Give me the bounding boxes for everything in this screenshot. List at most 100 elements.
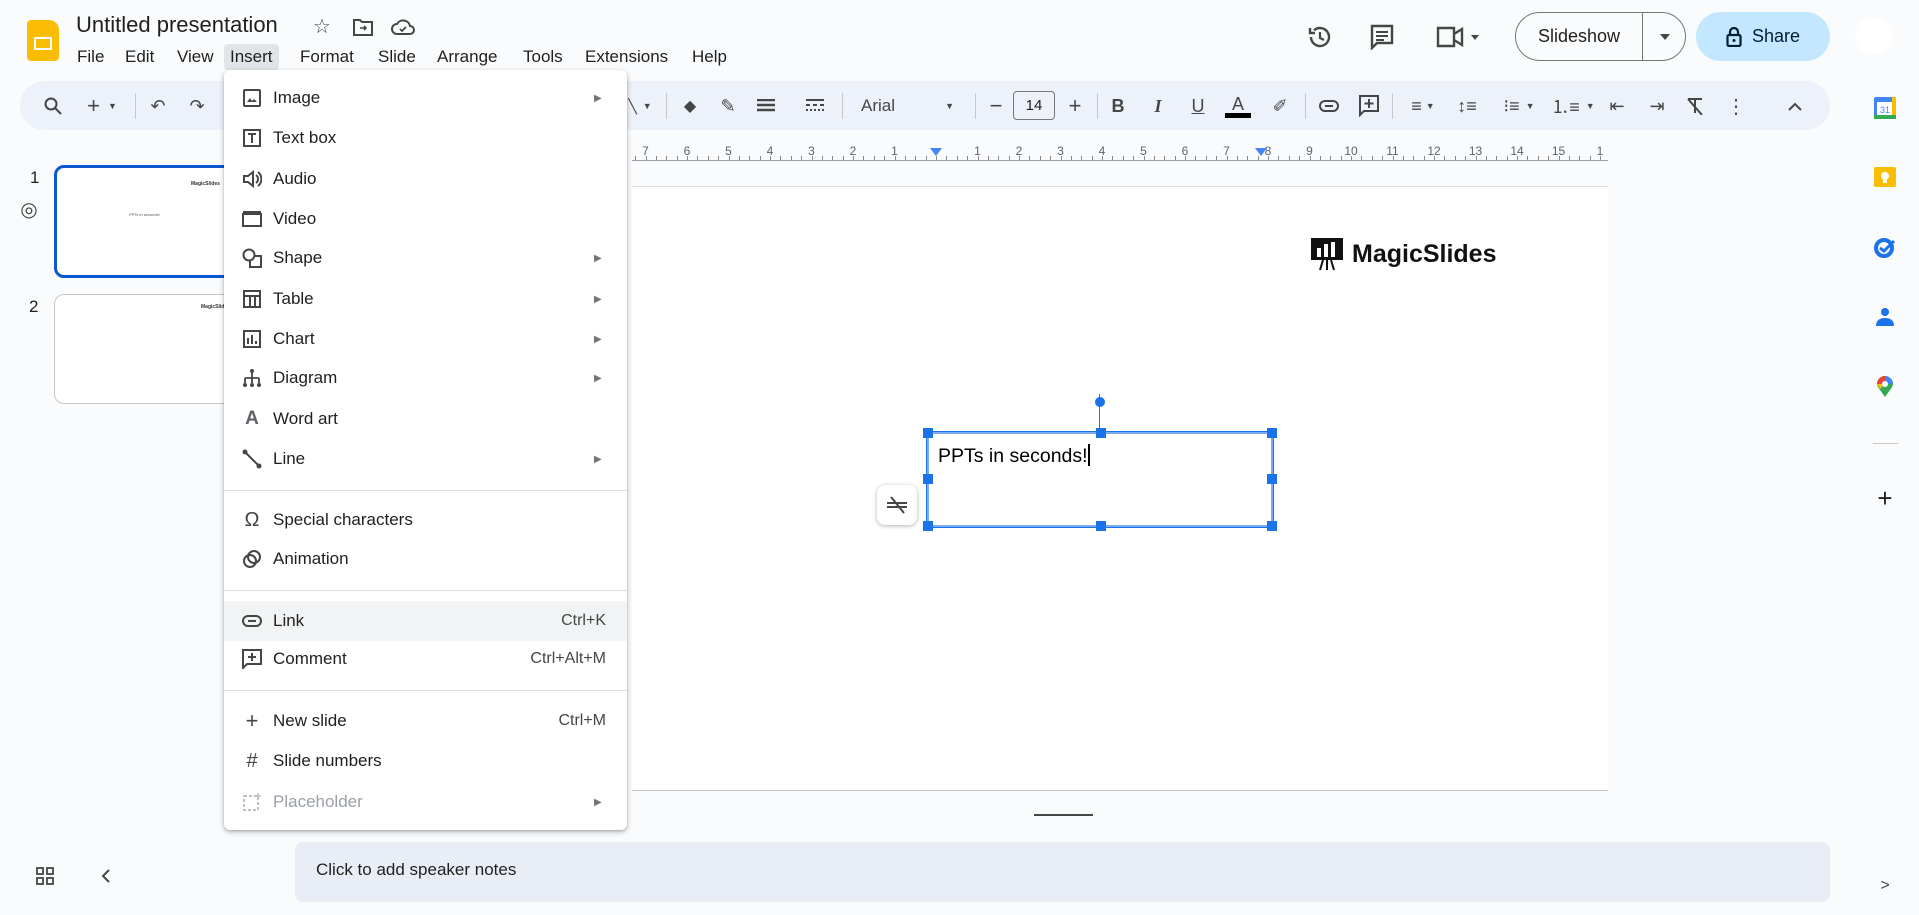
text-fit-button[interactable] — [877, 485, 917, 525]
new-slide-button[interactable]: + ▼ — [82, 92, 122, 120]
numbered-list-icon[interactable]: ⒈≡ ▼ — [1551, 92, 1595, 120]
resize-handle-sw[interactable] — [923, 521, 933, 531]
decrease-font-size-icon[interactable]: − — [985, 92, 1007, 120]
menu-format[interactable]: Format — [294, 44, 360, 70]
tasks-icon[interactable] — [1873, 235, 1897, 259]
ruler-tick — [1517, 156, 1518, 160]
menu-item-animation[interactable]: Animation — [224, 539, 627, 579]
menu-item-shape[interactable]: Shape ▶ — [224, 238, 627, 278]
account-avatar[interactable] — [1855, 17, 1893, 55]
menu-help[interactable]: Help — [686, 44, 733, 70]
text-color-icon[interactable]: A — [1224, 92, 1252, 120]
line-spacing-icon[interactable]: ↕≡ — [1455, 92, 1479, 120]
align-icon[interactable]: ≡ ▼ — [1403, 92, 1443, 120]
bold-icon[interactable]: B — [1107, 92, 1129, 120]
meet-icon[interactable] — [1434, 24, 1484, 50]
menu-item-line[interactable]: Line ▶ — [224, 439, 627, 479]
insert-link-icon[interactable] — [1317, 92, 1341, 120]
resize-handle-e[interactable] — [1267, 474, 1277, 484]
menu-item-diagram[interactable]: Diagram ▶ — [224, 358, 627, 398]
font-family-select[interactable]: Arial ▼ — [855, 92, 960, 120]
grid-view-icon[interactable] — [33, 864, 57, 888]
ruler-tick — [1309, 156, 1311, 160]
underline-icon[interactable]: U — [1187, 92, 1209, 120]
menu-edit[interactable]: Edit — [119, 44, 160, 70]
menu-view[interactable]: View — [171, 44, 220, 70]
italic-icon[interactable]: I — [1147, 92, 1169, 120]
notes-resize-handle[interactable] — [1034, 814, 1093, 816]
collapse-toolbar-icon[interactable] — [1783, 92, 1807, 120]
share-button[interactable]: Share — [1696, 12, 1830, 61]
add-comment-icon[interactable] — [1357, 92, 1381, 120]
menu-item-new-slide[interactable]: + New slide Ctrl+M — [224, 701, 627, 741]
highlight-color-icon[interactable]: ✐ — [1268, 92, 1292, 120]
resize-handle-n[interactable] — [1096, 428, 1106, 438]
font-size-input[interactable]: 14 — [1013, 91, 1055, 120]
decrease-indent-icon[interactable]: ⇤ — [1605, 92, 1629, 120]
slideshow-options-dropdown[interactable] — [1643, 13, 1686, 60]
rotate-handle[interactable] — [1095, 397, 1105, 407]
menu-item-comment[interactable]: Comment Ctrl+Alt+M — [224, 639, 627, 679]
clear-formatting-icon[interactable] — [1683, 92, 1707, 120]
slide-thumbnail-1[interactable]: MagicSlides PPTs in seconds! — [54, 165, 240, 278]
ruler-tick — [1506, 156, 1508, 160]
horizontal-ruler[interactable]: 7 6 5 4 3 2 1 1 2 3 4 5 6 7 8 9 10 11 12 13 14 15 1 — [632, 140, 1608, 162]
menu-item-chart[interactable]: Chart ▶ — [224, 319, 627, 359]
textbox-text[interactable]: PPTs in seconds! — [938, 444, 1090, 468]
star-icon[interactable]: ☆ — [310, 14, 334, 38]
keep-icon[interactable] — [1873, 165, 1897, 189]
more-options-icon[interactable]: ⋮ — [1724, 92, 1748, 120]
menu-item-word-art[interactable]: A Word art — [224, 399, 627, 439]
slide-canvas[interactable]: MagicSlides PPTs in seconds! — [632, 186, 1608, 791]
undo-icon[interactable]: ↶ — [146, 92, 170, 120]
menu-arrange[interactable]: Arrange — [431, 44, 503, 70]
cloud-saved-icon[interactable] — [390, 15, 416, 39]
speaker-notes[interactable]: Click to add speaker notes — [295, 842, 1830, 902]
menu-item-link[interactable]: Link Ctrl+K — [224, 601, 627, 641]
document-title[interactable]: Untitled presentation — [76, 12, 278, 38]
menu-item-special-characters[interactable]: Ω Special characters — [224, 500, 627, 540]
version-history-icon[interactable] — [1306, 23, 1334, 51]
get-addons-icon[interactable]: + — [1873, 483, 1897, 513]
redo-icon[interactable]: ↷ — [185, 92, 209, 120]
slide-thumbnail-2[interactable]: MagicSlides — [54, 294, 240, 404]
menu-slide[interactable]: Slide — [372, 44, 422, 70]
search-menus-icon[interactable] — [41, 92, 65, 120]
menu-item-table[interactable]: Table ▶ — [224, 279, 627, 319]
bulleted-list-icon[interactable]: ⁝≡ ▼ — [1497, 92, 1541, 120]
border-color-icon[interactable]: ✎ — [716, 92, 740, 120]
contacts-icon[interactable] — [1873, 305, 1897, 329]
menu-extensions[interactable]: Extensions — [579, 44, 674, 70]
menu-item-image[interactable]: Image ▶ — [224, 78, 627, 118]
collapse-filmstrip-icon[interactable] — [94, 864, 118, 888]
menu-item-audio[interactable]: Audio — [224, 159, 627, 199]
resize-handle-nw[interactable] — [923, 428, 933, 438]
move-folder-icon[interactable] — [351, 15, 375, 39]
slideshow-button[interactable]: Slideshow — [1516, 13, 1642, 60]
selected-textbox[interactable]: PPTs in seconds! — [923, 428, 1277, 531]
resize-handle-se[interactable] — [1267, 521, 1277, 531]
menu-file[interactable]: File — [71, 44, 110, 70]
show-side-panel-icon[interactable]: > — [1877, 876, 1893, 896]
comments-icon[interactable] — [1368, 23, 1396, 51]
resize-handle-s[interactable] — [1096, 521, 1106, 531]
increase-font-size-icon[interactable]: + — [1064, 92, 1086, 120]
menu-item-text-box[interactable]: Text box — [224, 118, 627, 158]
increase-indent-icon[interactable]: ⇥ — [1645, 92, 1669, 120]
resize-handle-w[interactable] — [923, 474, 933, 484]
ruler-tick — [946, 156, 948, 160]
slides-logo[interactable] — [27, 20, 59, 61]
right-indent-marker[interactable] — [1255, 148, 1267, 156]
left-indent-marker[interactable] — [930, 148, 942, 156]
border-weight-icon[interactable] — [754, 92, 778, 120]
calendar-icon[interactable]: 31 — [1873, 96, 1897, 120]
fill-color-icon[interactable]: ◆ — [678, 92, 702, 120]
border-dash-icon[interactable] — [803, 92, 827, 120]
resize-handle-ne[interactable] — [1267, 428, 1277, 438]
menu-item-video[interactable]: Video — [224, 199, 627, 239]
menu-item-slide-numbers[interactable]: # Slide numbers — [224, 741, 627, 781]
menu-tools[interactable]: Tools — [517, 44, 569, 70]
menu-insert[interactable]: Insert — [224, 44, 279, 70]
animation-indicator-icon[interactable]: ◎ — [16, 196, 42, 222]
maps-icon[interactable] — [1873, 375, 1897, 399]
